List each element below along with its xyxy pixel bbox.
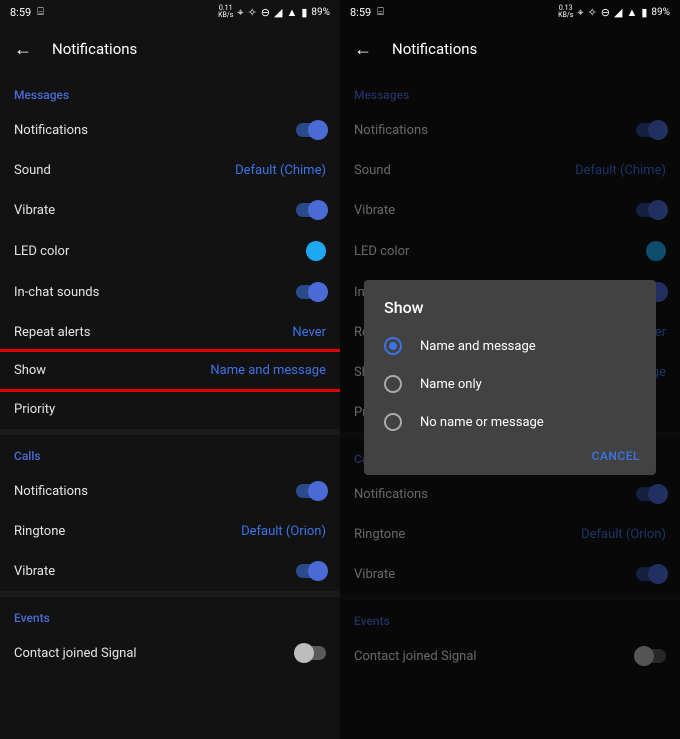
row-sound[interactable]: Sound Default (Chime) <box>0 150 340 190</box>
row-led[interactable]: LED color <box>0 230 340 272</box>
radio-option-1[interactable]: Name only <box>364 365 656 403</box>
dialog-show: Show Name and message Name only No name … <box>364 280 656 475</box>
dnd-icon: ⊖ <box>601 7 610 18</box>
row-vibrate[interactable]: Vibrate <box>0 190 340 230</box>
battery-icon: ▮ <box>301 7 307 18</box>
row-contact-joined[interactable]: Contact joined Signal <box>0 633 340 673</box>
app-bar: ← Notifications <box>0 24 340 74</box>
row-show[interactable]: Show Name and message <box>0 349 340 392</box>
row-inchat[interactable]: In-chat sounds <box>0 272 340 312</box>
status-time: 8:59 <box>10 6 31 19</box>
location-icon: ⌖ <box>577 7 583 18</box>
vibrate-icon: ✧ <box>248 7 257 18</box>
section-calls: Calls <box>0 435 340 471</box>
app-bar: ← Notifications <box>340 24 680 74</box>
battery-icon: ▮ <box>641 7 647 18</box>
radio-icon[interactable] <box>384 375 402 393</box>
row-ringtone[interactable]: Ringtone Default (Orion) <box>0 511 340 551</box>
back-icon[interactable]: ← <box>14 39 32 60</box>
status-bar: 8:59 ⌸ 0.13KB/s ⌖ ✧ ⊖ ◢ ▲ ▮ 89% <box>340 0 680 24</box>
toggle-inchat[interactable] <box>296 285 326 299</box>
battery-pct: 89% <box>311 7 330 18</box>
cast-icon: ⌸ <box>377 5 384 19</box>
section-events: Events <box>0 597 340 633</box>
screen-left: 8:59 ⌸ 0.11KB/s ⌖ ✧ ⊖ ◢ ▲ ▮ 89% ← Notifi… <box>0 0 340 739</box>
wifi-icon: ◢ <box>614 7 622 18</box>
toggle-contact-joined[interactable] <box>296 646 326 660</box>
toggle-vibrate[interactable] <box>296 203 326 217</box>
status-bar: 8:59 ⌸ 0.11KB/s ⌖ ✧ ⊖ ◢ ▲ ▮ 89% <box>0 0 340 24</box>
cast-icon: ⌸ <box>37 5 44 19</box>
row-call-vibrate[interactable]: Vibrate <box>0 551 340 591</box>
row-repeat[interactable]: Repeat alerts Never <box>0 312 340 352</box>
radio-icon[interactable] <box>384 337 402 355</box>
signal-icon: ▲ <box>626 7 637 18</box>
dnd-icon: ⊖ <box>261 7 270 18</box>
dialog-title: Show <box>364 298 656 327</box>
signal-icon: ▲ <box>286 7 297 18</box>
toggle-call-notifications[interactable] <box>296 484 326 498</box>
radio-option-2[interactable]: No name or message <box>364 403 656 441</box>
radio-icon[interactable] <box>384 413 402 431</box>
row-priority[interactable]: Priority <box>0 389 340 429</box>
led-color-dot <box>306 241 326 261</box>
location-icon: ⌖ <box>237 7 243 18</box>
row-call-notifications[interactable]: Notifications <box>0 471 340 511</box>
row-notifications[interactable]: Notifications <box>0 110 340 150</box>
toggle-call-vibrate[interactable] <box>296 564 326 578</box>
wifi-icon: ◢ <box>274 7 282 18</box>
page-title: Notifications <box>52 40 137 58</box>
section-messages: Messages <box>0 74 340 110</box>
vibrate-icon: ✧ <box>588 7 597 18</box>
screen-right: 8:59 ⌸ 0.13KB/s ⌖ ✧ ⊖ ◢ ▲ ▮ 89% ← Notifi… <box>340 0 680 739</box>
toggle-notifications[interactable] <box>296 123 326 137</box>
cancel-button[interactable]: CANCEL <box>592 449 640 463</box>
back-icon[interactable]: ← <box>354 39 372 60</box>
radio-option-0[interactable]: Name and message <box>364 327 656 365</box>
